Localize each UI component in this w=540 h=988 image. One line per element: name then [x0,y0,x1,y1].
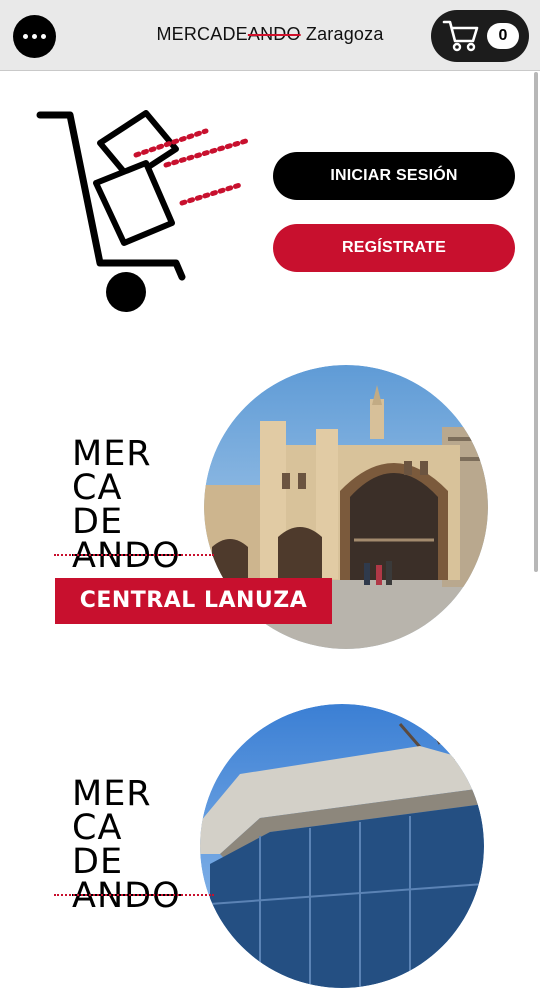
wordmark-line-struck: ANDO [54,876,214,916]
title-struck: ANDO [247,24,301,44]
shopping-cart-icon [442,20,479,52]
register-button[interactable]: REGÍSTRATE [273,224,515,272]
hand-truck-icon [36,110,249,312]
wordmark-line: DE [72,842,124,882]
wordmark-line: CA [72,808,123,848]
wordmark-struck-text: ANDO [72,876,181,916]
wordmark-line: MER [72,774,152,814]
login-button[interactable]: INICIAR SESIÓN [273,152,515,200]
wordmark-line: MER [72,434,152,474]
mercadeando-wordmark: MER CA DE ANDO [54,774,214,916]
wordmark-line: CA [72,468,123,508]
app-header: MERCADEANDO Zaragoza 0 [0,0,540,71]
title-suffix: Zaragoza [300,24,384,44]
wordmark-line: DE [72,502,124,542]
market-photo-2 [200,704,484,988]
market-name-banner: CENTRAL LANUZA [55,578,332,624]
strike-line [72,554,182,556]
cart-count-badge: 0 [487,23,519,49]
strike-line [72,894,182,896]
wordmark-struck-text: ANDO [72,536,181,576]
title-prefix: MERCADE [156,24,248,44]
scrollbar[interactable] [534,72,538,572]
wordmark-line-struck: ANDO [54,536,214,576]
mercadeando-wordmark: MER CA DE ANDO [54,434,214,576]
